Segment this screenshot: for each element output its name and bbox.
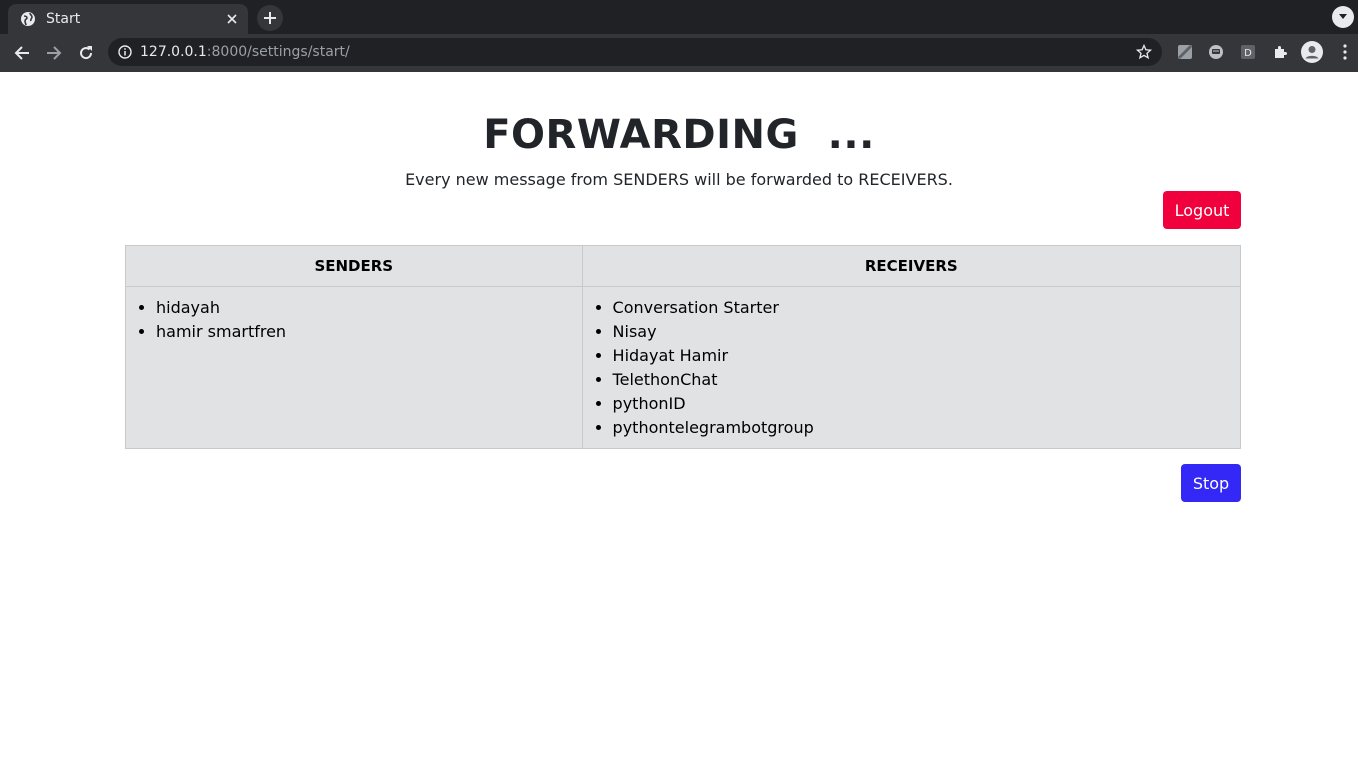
- bookmark-star-icon[interactable]: [1135, 43, 1153, 60]
- list-item: TelethonChat: [613, 368, 1240, 392]
- table-header-row: SENDERS RECEIVERS: [125, 245, 1242, 287]
- arrow-right-icon: [47, 46, 62, 60]
- table-row: hidayah hamir smartfren Conversation Sta…: [125, 286, 1242, 449]
- stop-button[interactable]: Stop: [1181, 464, 1241, 502]
- extension-gray-icon[interactable]: [1176, 43, 1194, 61]
- senders-cell: hidayah hamir smartfren: [125, 286, 583, 449]
- url-path: :8000/settings/start/: [206, 44, 350, 60]
- tab-strip: Start: [0, 0, 1358, 34]
- new-tab-button[interactable]: [257, 5, 283, 31]
- close-icon[interactable]: [224, 11, 240, 27]
- page-subtitle: Every new message from SENDERS will be f…: [405, 170, 953, 189]
- receivers-cell: Conversation Starter Nisay Hidayat Hamir…: [581, 286, 1242, 449]
- tab-title: Start: [46, 11, 81, 27]
- senders-list: hidayah hamir smartfren: [126, 296, 582, 344]
- list-item: hamir smartfren: [156, 320, 582, 344]
- list-item: pythonID: [613, 392, 1240, 416]
- chevron-down-icon: [1339, 14, 1347, 19]
- extension-chat-icon[interactable]: [1207, 43, 1225, 61]
- plus-icon: [264, 12, 276, 24]
- logout-button[interactable]: Logout: [1163, 191, 1241, 229]
- list-item: pythontelegrambotgroup: [613, 416, 1240, 440]
- list-item: Conversation Starter: [613, 296, 1240, 320]
- extension-d-icon[interactable]: D: [1239, 43, 1257, 61]
- svg-text:D: D: [1244, 48, 1252, 59]
- forwarding-table: SENDERS RECEIVERS hidayah hamir smartfre…: [125, 245, 1242, 449]
- reload-icon: [80, 46, 93, 60]
- list-item: Hidayat Hamir: [613, 344, 1240, 368]
- receivers-list: Conversation Starter Nisay Hidayat Hamir…: [583, 296, 1240, 440]
- reload-button[interactable]: [74, 41, 98, 65]
- receivers-header: RECEIVERS: [581, 245, 1242, 287]
- arrow-left-icon: [14, 46, 29, 60]
- back-button[interactable]: [10, 41, 34, 65]
- list-item: hidayah: [156, 296, 582, 320]
- extensions-puzzle-icon[interactable]: [1271, 43, 1289, 61]
- tab-start[interactable]: Start: [8, 4, 248, 34]
- more-menu-icon[interactable]: [1336, 43, 1354, 61]
- url-text: 127.0.0.1:8000/settings/start/: [140, 44, 350, 60]
- browser-toolbar: 127.0.0.1:8000/settings/start/ D: [0, 34, 1358, 72]
- list-item: Nisay: [613, 320, 1240, 344]
- globe-icon: [20, 11, 36, 27]
- url-host: 127.0.0.1: [140, 44, 207, 60]
- page-content: FORWARDING ... Every new message from SE…: [0, 72, 1358, 767]
- senders-header: SENDERS: [125, 245, 583, 287]
- address-bar[interactable]: 127.0.0.1:8000/settings/start/: [108, 38, 1162, 66]
- forward-button[interactable]: [42, 41, 66, 65]
- tab-search-button[interactable]: [1332, 6, 1354, 28]
- profile-avatar-icon[interactable]: [1301, 41, 1323, 63]
- info-icon: [118, 45, 132, 59]
- page-title: FORWARDING ...: [483, 112, 875, 158]
